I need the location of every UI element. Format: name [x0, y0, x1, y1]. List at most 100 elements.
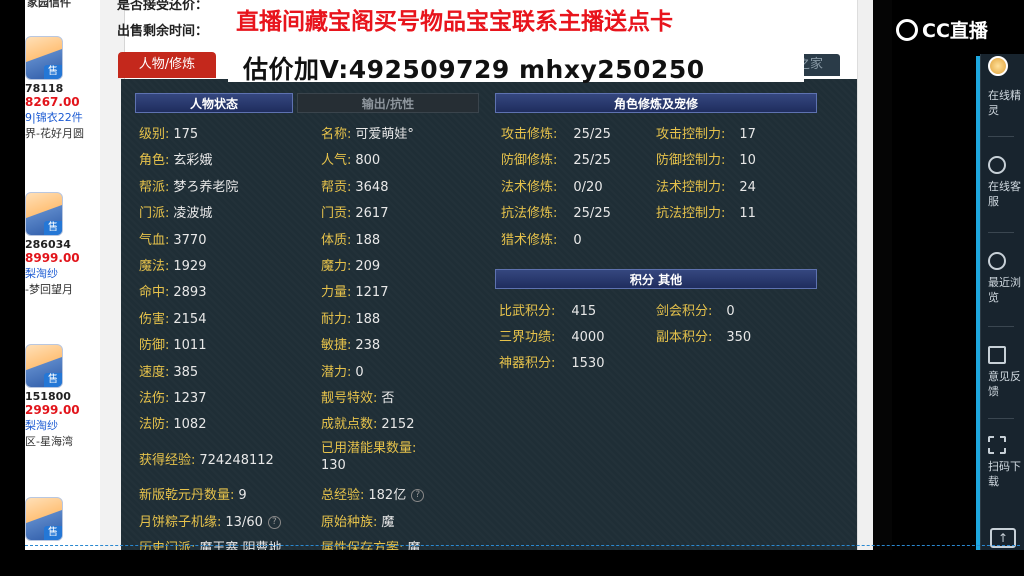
stat-achievement: 成就点数: 2152	[321, 413, 414, 432]
field-label: 人气:	[321, 153, 352, 168]
stat-defense: 防御: 1011	[139, 334, 206, 353]
field-label: 命中:	[139, 285, 170, 300]
help-icon[interactable]: ?	[411, 489, 425, 502]
score-dungeon: 副本积分: 350	[656, 326, 751, 345]
cc-logo-text: CC直播	[922, 20, 988, 42]
field-value: 0/20	[573, 180, 603, 195]
stat-exp-gained: 获得经验: 724248112	[139, 449, 274, 468]
cultivation-magic: 法术修炼: 0/20	[501, 176, 603, 195]
field-label: 新版乾元丹数量:	[139, 488, 235, 503]
cc-live-sidebar: CC直播 在线精灵 在线客服 最近浏览 意见反馈 扫码下载 ↑	[892, 0, 1024, 550]
product-card[interactable]: 售 78118 8267.00 9|锦衣22件 界-花好月圆	[25, 36, 100, 141]
field-value: 238	[355, 338, 381, 353]
field-value: 4000	[571, 330, 605, 345]
field-label: 已用潜能果数量:	[321, 441, 417, 456]
field-label: 帮派:	[139, 180, 170, 195]
field-label: 体质:	[321, 233, 352, 248]
field-label: 靓号特效:	[321, 391, 378, 406]
field-label: 剑会积分:	[656, 304, 713, 319]
control-resist: 抗法控制力: 11	[656, 202, 756, 221]
field-value: 188	[355, 233, 381, 248]
product-price: 8267.00	[25, 95, 80, 109]
character-avatar[interactable]: 售	[25, 497, 63, 541]
field-value: 1217	[355, 285, 389, 300]
field-value: 13/60	[225, 515, 263, 530]
field-label: 法术修炼:	[501, 180, 558, 195]
field-label: 法术控制力:	[656, 180, 726, 195]
tab-output-resist[interactable]: 输出/抗性	[297, 93, 479, 113]
field-value: 385	[173, 365, 199, 380]
field-value: 9	[238, 488, 247, 503]
field-value: 1929	[173, 259, 207, 274]
field-label: 魔法:	[139, 259, 170, 274]
page-scrollbar[interactable]	[857, 0, 873, 550]
stat-history-school: 历史门派: 魔王寨,阴曹地	[139, 537, 282, 550]
product-link[interactable]: 9|锦衣22件	[25, 109, 100, 125]
product-server: 区-星海湾	[25, 435, 73, 448]
field-label: 防御:	[139, 338, 170, 353]
divider	[988, 326, 1014, 327]
field-value: 182亿	[368, 488, 407, 503]
field-label: 总经验:	[321, 488, 365, 503]
product-link[interactable]: 梨淘纱	[25, 417, 100, 433]
sidebar-item-recent[interactable]: 最近浏览	[988, 252, 1022, 305]
sidebar-item-label: 最近浏览	[988, 276, 1021, 304]
field-label: 原始种族:	[321, 515, 378, 530]
stat-school: 门派: 凌波城	[139, 202, 212, 221]
control-attack: 攻击控制力: 17	[656, 123, 756, 142]
product-card[interactable]: 售	[25, 497, 100, 541]
product-card[interactable]: 售 151800 2999.00 梨淘纱 区-星海湾	[25, 344, 100, 449]
field-value: 800	[355, 153, 381, 168]
sidebar-item-online-service[interactable]: 在线客服	[988, 156, 1022, 209]
divider	[988, 136, 1014, 137]
field-value: 724248112	[199, 453, 274, 468]
avatar[interactable]	[988, 56, 1008, 76]
field-value: 25/25	[573, 153, 611, 168]
field-label: 气血:	[139, 233, 170, 248]
character-info-panel: 人物状态 输出/抗性 角色修炼及宠修 积分 其他 级别: 175 角色: 玄彩娥 帮…	[121, 79, 869, 550]
score-merit: 三界功绩: 4000	[499, 326, 604, 345]
field-label: 魔力:	[321, 259, 352, 274]
sell-badge: 售	[44, 526, 62, 540]
cultivation-hunting: 猎术修炼: 0	[501, 229, 582, 248]
field-value: 3770	[173, 233, 207, 248]
product-id: 286034	[25, 238, 71, 251]
tab-character-cultivation[interactable]: 人物/修炼	[118, 52, 216, 78]
field-value: 1237	[173, 391, 207, 406]
product-card[interactable]: 售 286034 8999.00 梨淘纱 -梦回望月	[25, 192, 100, 297]
product-link[interactable]: 梨淘纱	[25, 265, 100, 281]
divider	[988, 232, 1014, 233]
field-label: 门派:	[139, 206, 170, 221]
field-label: 月饼粽子机缘:	[139, 515, 222, 530]
tab-character-status[interactable]: 人物状态	[135, 93, 293, 113]
field-value: 24	[739, 180, 756, 195]
bottom-black-bar	[0, 550, 1024, 576]
field-label: 神器积分:	[499, 356, 556, 371]
stat-guild-contribution: 帮贡: 3648	[321, 176, 388, 195]
help-icon[interactable]: ?	[267, 516, 281, 529]
sell-badge: 售	[44, 373, 62, 387]
sidebar-item-feedback[interactable]: 意见反馈	[988, 346, 1022, 399]
stat-qianyuan: 新版乾元丹数量: 9	[139, 484, 247, 503]
cultivation-attack: 攻击修炼: 25/25	[501, 123, 611, 142]
cultivation-header: 角色修炼及宠修	[495, 93, 817, 113]
stat-guild: 帮派: 梦ろ养老院	[139, 176, 238, 195]
field-value: 3648	[355, 180, 389, 195]
field-label: 猎术修炼:	[501, 233, 558, 248]
character-avatar[interactable]: 售	[25, 192, 63, 236]
character-avatar[interactable]: 售	[25, 344, 63, 388]
field-label: 抗法修炼:	[501, 206, 558, 221]
field-value: 209	[355, 259, 381, 274]
field-label: 攻击控制力:	[656, 127, 726, 142]
stat-attr-scheme: 属性保存方案: 魔	[321, 537, 420, 550]
left-black-border	[0, 0, 25, 550]
clock-icon	[988, 252, 1006, 270]
sidebar-item-scan-download[interactable]: 扫码下载	[988, 436, 1022, 489]
field-label: 耐力:	[321, 312, 352, 327]
stat-agility: 敏捷: 238	[321, 334, 380, 353]
character-avatar[interactable]: 售	[25, 36, 63, 80]
sidebar-item-online-sprite[interactable]: 在线精灵	[988, 88, 1022, 118]
stat-magic-defense: 法防: 1082	[139, 413, 206, 432]
field-label: 抗法控制力:	[656, 206, 726, 221]
field-value: 2617	[355, 206, 389, 221]
